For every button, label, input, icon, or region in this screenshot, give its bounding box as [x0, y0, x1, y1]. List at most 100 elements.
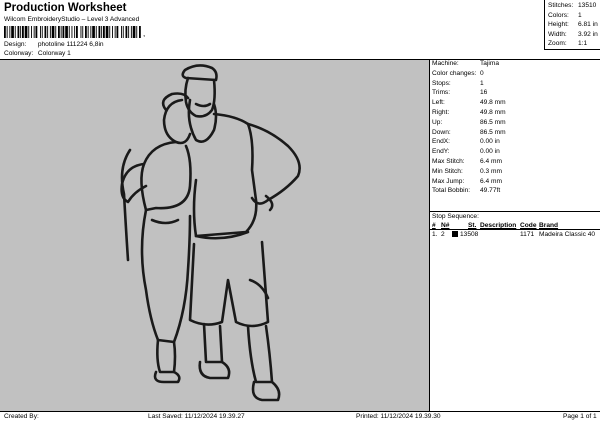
col-st: St. — [468, 222, 477, 229]
thread-color-swatch — [452, 231, 458, 237]
barcode-bar — [80, 26, 82, 38]
summary-colors: Colors: 1 — [548, 11, 582, 19]
col-brand: Brand — [539, 222, 559, 229]
summary-stitches: Stitches: 13510 — [548, 2, 597, 9]
barcode-bar — [92, 26, 95, 38]
stop-row-stitches: 13508 — [460, 231, 479, 238]
barcode-bar — [105, 26, 109, 38]
footer-page: Page 1 of 1 — [563, 413, 597, 420]
woman-legs — [156, 338, 177, 374]
barcode-bar — [41, 26, 43, 38]
barcode-bar — [47, 26, 49, 38]
man-left-leg — [202, 322, 224, 364]
barcode-bar — [128, 26, 130, 38]
woman-left-arm — [120, 148, 132, 262]
barcode-bar — [76, 26, 78, 38]
col-n: N# — [441, 222, 450, 229]
barcode-bar — [71, 26, 73, 38]
barcode-bar — [139, 26, 141, 38]
barcode-bar — [49, 26, 51, 38]
barcode-bar — [14, 26, 16, 38]
design-row: Design: photoline 111224 6,8in — [4, 41, 104, 48]
barcode-bar — [136, 26, 138, 38]
design-value: photoline 111224 6,8in — [37, 41, 104, 48]
barcode-bar — [130, 26, 132, 38]
barcode-bar — [58, 26, 60, 38]
barcode-bar — [44, 26, 47, 38]
summary-height: Height: 6.81 in — [548, 21, 598, 28]
stop-row-brand: Madeira Classic 40 — [539, 231, 596, 238]
barcode-bar — [22, 26, 24, 38]
barcode-bar — [6, 26, 8, 38]
barcode-bar — [116, 26, 119, 38]
barcode-bar — [98, 26, 101, 38]
summary-zoom: Zoom: 1:1 — [548, 40, 588, 47]
barcode-bar — [114, 26, 116, 38]
barcode-bar — [121, 26, 122, 38]
barcode-bar — [82, 26, 84, 38]
stop-row-code: 1171 — [520, 231, 535, 238]
barcode-bar — [90, 26, 92, 38]
barcode-bar — [20, 26, 22, 38]
barcode-mark: , — [143, 29, 146, 38]
barcode-bar — [33, 26, 35, 38]
colorway-value: Colorway 1 — [37, 50, 71, 57]
worksheet-title: Production Worksheet — [4, 2, 127, 14]
barcode-bar — [125, 26, 128, 38]
woman-dress — [140, 208, 192, 344]
barcode-bar — [60, 26, 62, 38]
barcode-bar — [51, 26, 55, 38]
footer-divider — [0, 411, 600, 412]
barcode-bar — [4, 26, 6, 38]
colorway-row: Colorway: Colorway 1 — [4, 50, 71, 57]
barcode-bar — [65, 26, 68, 38]
barcode-bar — [85, 26, 87, 38]
software-subtitle: Wilcom EmbroideryStudio – Level 3 Advanc… — [4, 16, 140, 23]
design-preview — [0, 60, 430, 411]
barcode-bar — [109, 26, 111, 38]
barcode-bar — [9, 26, 11, 38]
barcode-bar — [95, 26, 97, 38]
footer-printed: Printed: 11/12/2024 19.39.30 — [356, 413, 441, 420]
man-mustache — [194, 102, 212, 108]
man-right-sandal — [251, 380, 281, 402]
stop-sequence-title: Stop Sequence: — [432, 213, 479, 220]
summary-width: Width: 3.92 in — [548, 30, 598, 38]
barcode-bar — [35, 26, 38, 38]
footer-last-saved: Last Saved: 11/12/2024 19.39.27 — [148, 413, 245, 420]
barcode-bar — [87, 26, 89, 38]
barcode-bar — [62, 26, 65, 38]
barcode-bar — [31, 26, 32, 38]
barcode-bar — [24, 26, 28, 38]
man-torso — [192, 112, 258, 238]
man-left-sandal — [198, 360, 231, 380]
barcode-bar — [40, 26, 41, 38]
design-label: Design: — [4, 41, 27, 48]
stop-header-divider — [430, 229, 600, 230]
woman-waist — [150, 218, 180, 225]
col-description: Description — [480, 222, 517, 229]
stop-row-num: 1. — [432, 231, 438, 238]
barcode-bar — [17, 26, 20, 38]
barcode-bar — [11, 26, 14, 38]
embroidery-figure — [120, 64, 301, 402]
barcode-bar — [68, 26, 70, 38]
woman-torso — [140, 140, 192, 212]
woman-shoes — [153, 370, 181, 384]
colorway-label: Colorway: — [4, 50, 34, 57]
stop-sequence-divider — [430, 211, 600, 212]
barcode-bar — [101, 26, 103, 38]
man-right-leg — [246, 324, 274, 384]
footer-created-by: Created By: — [4, 413, 39, 420]
barcode — [4, 26, 141, 38]
barcode-bar — [74, 26, 76, 38]
col-code: Code — [520, 222, 537, 229]
barcode-bar — [122, 26, 124, 38]
barcode-bar — [103, 26, 105, 38]
col-num: # — [432, 222, 436, 229]
stop-row-n: 2 — [441, 231, 445, 238]
barcode-bar — [28, 26, 30, 38]
barcode-bar — [112, 26, 113, 38]
summary-box: Stitches: 13510 Colors: 1 Height: 6.81 in W… — [544, 0, 600, 50]
barcode-bar — [55, 26, 57, 38]
